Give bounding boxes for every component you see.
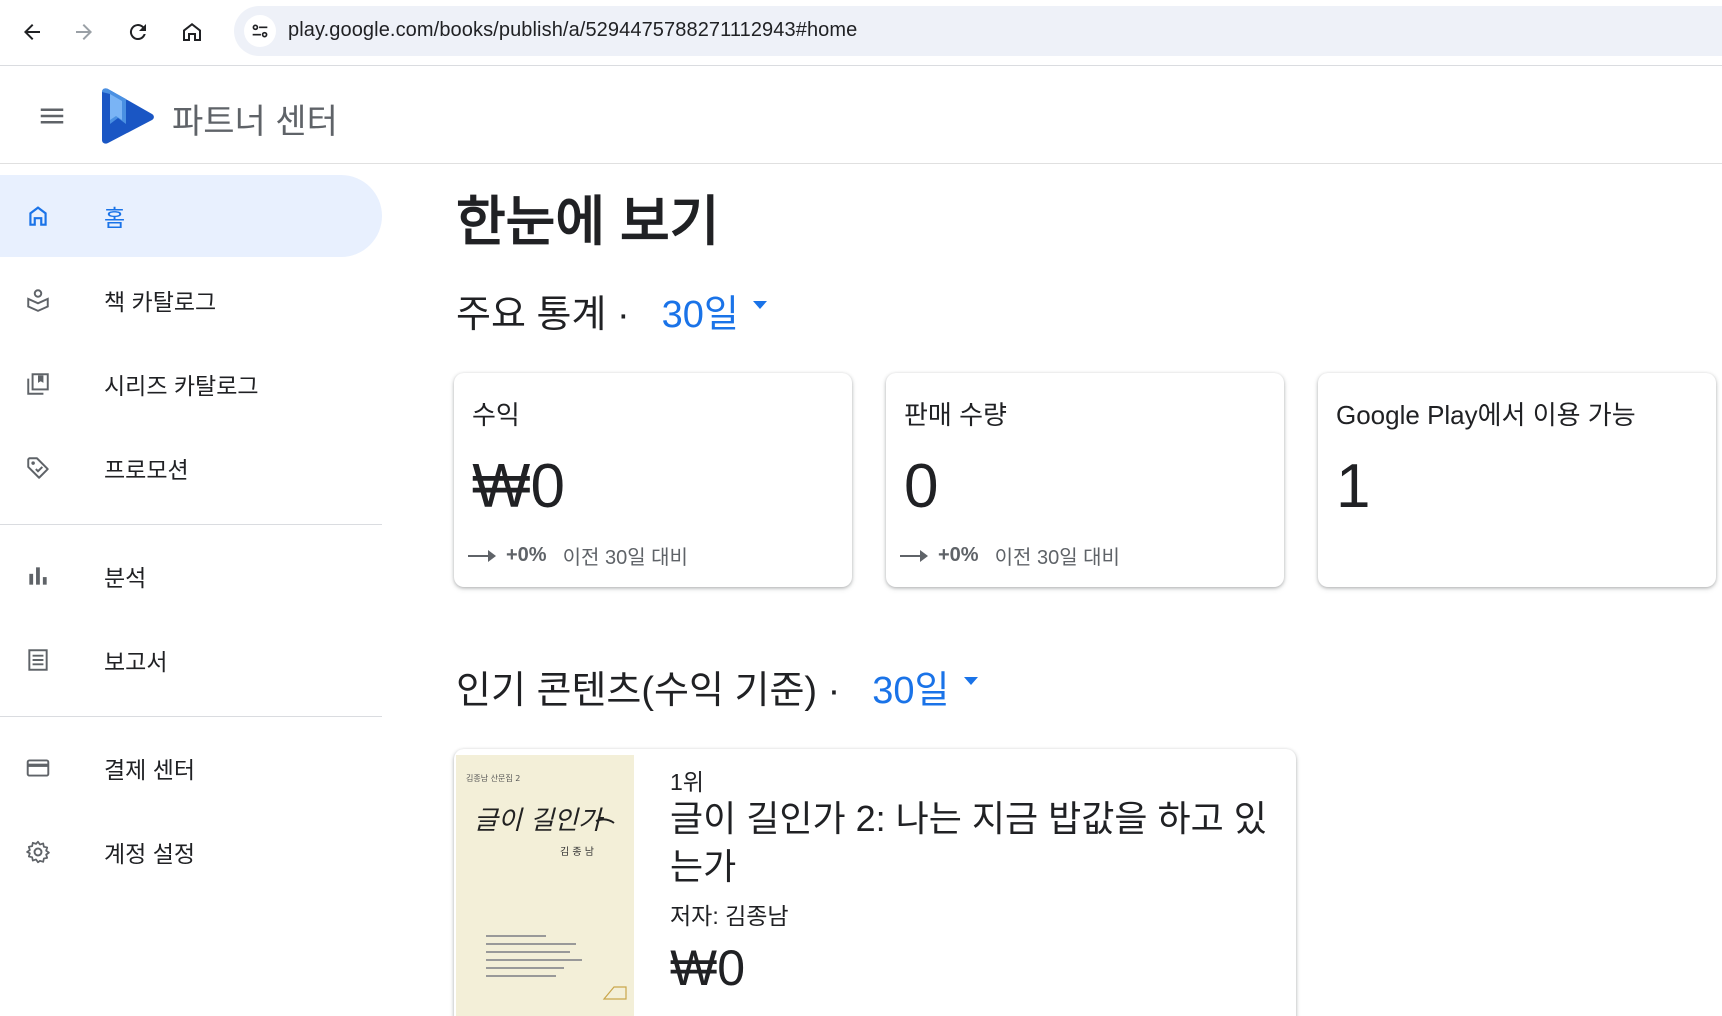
stats-period-label: 30일: [661, 294, 739, 336]
delta-percent: +0%: [938, 544, 979, 566]
hamburger-menu-icon[interactable]: [32, 96, 72, 136]
book-catalog-icon: [24, 286, 52, 314]
card-title: Google Play에서 이용 가능: [1336, 400, 1636, 430]
revenue-card[interactable]: 수익 ₩0 +0% 이전 30일 대비: [454, 373, 852, 587]
reload-icon: [129, 24, 146, 41]
delta-label: 이전 30일 대비: [562, 547, 688, 569]
book-title[interactable]: 글이 길인가 2: 나는 지금 밥값을 하고 있는가: [670, 795, 1270, 891]
cover-title-text: 글이 길인가: [474, 806, 605, 836]
main-content: 한눈에 보기 주요 통계 · 30일 수익 ₩0 +0% 이전 30일 대비 판…: [384, 165, 1722, 1016]
gear-icon: [24, 838, 52, 866]
arrow-right-icon: [900, 549, 928, 562]
address-bar[interactable]: play.google.com/books/publish/a/52944757…: [234, 6, 1722, 56]
book-revenue: ₩0: [670, 940, 745, 996]
popular-period-label: 30일: [872, 670, 950, 712]
sidebar-item-label: 분석: [104, 565, 147, 591]
credit-card-icon: [24, 754, 52, 782]
delta-percent: +0%: [506, 544, 547, 566]
tag-icon: [24, 454, 52, 482]
sidebar-item-series-catalog[interactable]: 시리즈 카탈로그: [0, 343, 382, 425]
site-settings-icon[interactable]: [244, 15, 276, 47]
sidebar-item-label: 계정 설정: [104, 841, 196, 867]
book-author: 저자: 김종남: [670, 903, 789, 929]
card-title: 판매 수량: [904, 400, 1007, 430]
stats-period-dropdown[interactable]: 30일: [662, 283, 767, 338]
sidebar-item-label: 시리즈 카탈로그: [104, 373, 259, 399]
page-title: 한눈에 보기: [456, 192, 720, 252]
caret-down-icon: [963, 676, 978, 685]
sidebar-item-label: 결제 센터: [104, 757, 196, 783]
card-delta: +0% 이전 30일 대비: [468, 541, 688, 570]
sidebar-divider: [0, 524, 382, 525]
card-value: 1: [1336, 452, 1371, 521]
units-sold-card[interactable]: 판매 수량 0 +0% 이전 30일 대비: [886, 373, 1284, 587]
arrow-right-icon: [76, 24, 92, 40]
house-icon: [183, 23, 201, 41]
app-title: 파트너 센터: [172, 103, 338, 141]
delta-label: 이전 30일 대비: [994, 547, 1120, 569]
sidebar-item-label: 프로모션: [104, 457, 189, 483]
sidebar-item-reports[interactable]: 보고서: [0, 619, 382, 701]
sidebar: 홈 책 카탈로그 시리즈 카탈로그 프로모션 분석 보고서 결제 센터 계정 설…: [0, 165, 384, 1016]
top-book-card[interactable]: 김종남 산문집 2 글이 길인가 김 종 남 1위 글이 길인가 2: 나는 지…: [454, 749, 1296, 1016]
popular-period-dropdown[interactable]: 30일: [872, 659, 978, 714]
home-icon: [24, 202, 52, 230]
google-play-books-logo: [102, 88, 154, 144]
sidebar-item-promotions[interactable]: 프로모션: [0, 427, 382, 509]
caret-down-icon: [752, 300, 767, 309]
sidebar-divider: [0, 716, 382, 717]
browser-toolbar: play.google.com/books/publish/a/52944757…: [0, 0, 1722, 66]
key-stats-title: 주요 통계 ·: [456, 294, 630, 336]
card-value: ₩0: [472, 452, 565, 521]
sidebar-item-book-catalog[interactable]: 책 카탈로그: [0, 259, 382, 341]
url-text[interactable]: play.google.com/books/publish/a/52944757…: [288, 19, 857, 42]
sidebar-item-payments-center[interactable]: 결제 센터: [0, 727, 382, 809]
home-page-button[interactable]: [174, 14, 210, 50]
app-header: 파트너 센터: [0, 66, 1722, 164]
book-rank: 1위: [670, 769, 704, 795]
popular-content-title: 인기 콘텐츠(수익 기준) ·: [456, 670, 841, 712]
card-delta: +0% 이전 30일 대비: [900, 541, 1120, 570]
book-cover[interactable]: 김종남 산문집 2 글이 길인가 김 종 남: [456, 755, 634, 1016]
reload-button[interactable]: [120, 14, 156, 50]
sidebar-item-analytics[interactable]: 분석: [0, 535, 382, 617]
series-catalog-icon: [24, 370, 52, 398]
sidebar-item-label: 홈: [104, 205, 126, 231]
sidebar-item-account-settings[interactable]: 계정 설정: [0, 811, 382, 893]
sidebar-item-label: 보고서: [104, 649, 168, 675]
card-title: 수익: [472, 400, 520, 430]
svg-text:김 종 남: 김 종 남: [560, 846, 594, 858]
arrow-left-icon: [24, 24, 40, 40]
report-icon: [24, 646, 52, 674]
card-value: 0: [904, 452, 939, 521]
forward-button[interactable]: [66, 14, 102, 50]
key-stats-header: 주요 통계 · 30일: [456, 283, 767, 338]
sidebar-item-label: 책 카탈로그: [104, 289, 217, 315]
back-button[interactable]: [14, 14, 50, 50]
popular-content-header: 인기 콘텐츠(수익 기준) · 30일: [456, 659, 978, 714]
arrow-right-icon: [468, 549, 496, 562]
book-cover-art: 김종남 산문집 2 글이 길인가 김 종 남: [456, 755, 634, 1016]
svg-text:김종남 산문집 2: 김종남 산문집 2: [466, 773, 520, 783]
sidebar-item-home[interactable]: 홈: [0, 175, 382, 257]
bar-chart-icon: [24, 562, 52, 590]
available-on-play-card[interactable]: Google Play에서 이용 가능 1: [1318, 373, 1716, 587]
